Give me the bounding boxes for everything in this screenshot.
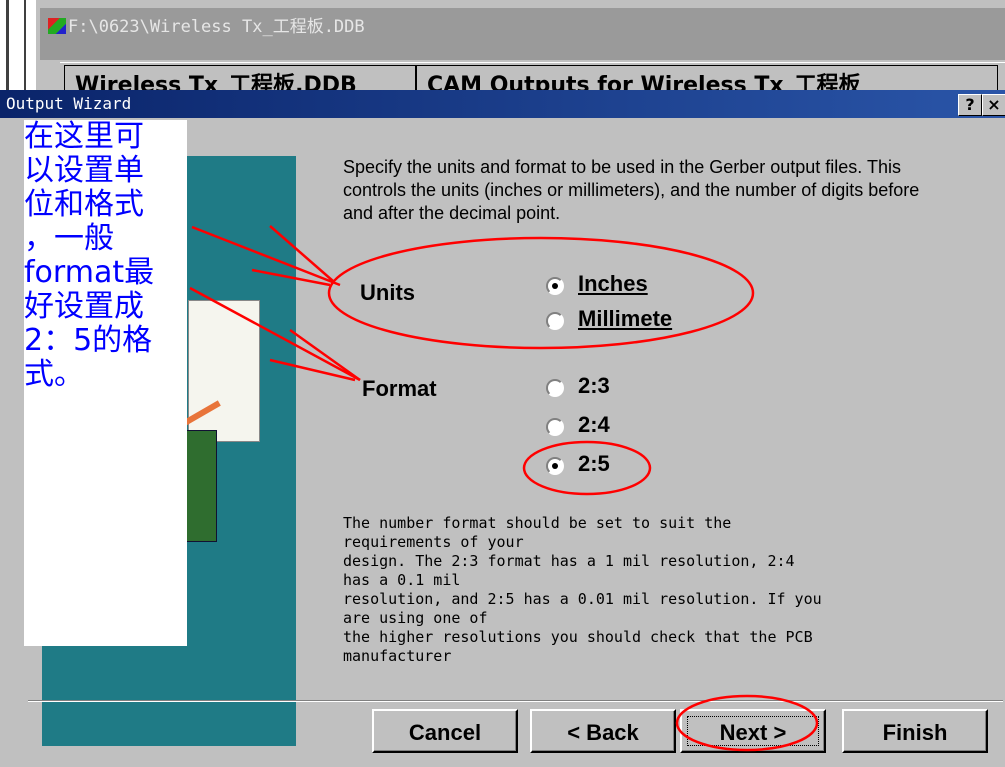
format-info-text: The number format should be set to suit … bbox=[343, 514, 993, 684]
circuit-board-icon bbox=[185, 430, 217, 542]
radio-format-2-5-label[interactable]: 2:5 bbox=[578, 451, 610, 477]
note-line: 在这里可 bbox=[24, 119, 144, 154]
button-separator bbox=[28, 700, 1003, 702]
info-line: The number format should be set to suit … bbox=[343, 514, 732, 532]
option-text: 2:3 bbox=[578, 373, 610, 398]
info-line: design. The 2:3 format has a 1 mil resol… bbox=[343, 552, 795, 570]
divider bbox=[6, 0, 9, 90]
output-wizard-dialog: Output Wizard ? × 在这里可 以设置单 位和格式 ，一般 for… bbox=[0, 90, 1005, 767]
units-label: Units bbox=[360, 280, 415, 305]
dialog-titlebar[interactable]: Output Wizard ? × bbox=[0, 90, 1005, 118]
radio-format-2-4-label[interactable]: 2:4 bbox=[578, 412, 610, 438]
radio-inches[interactable] bbox=[546, 277, 564, 295]
note-line: format最 bbox=[24, 255, 155, 290]
info-line: requirements of your bbox=[343, 533, 524, 551]
info-line: has a 0.1 mil bbox=[343, 571, 461, 589]
divider bbox=[24, 0, 26, 90]
radio-format-2-3[interactable] bbox=[546, 379, 564, 397]
document-illustration-icon bbox=[188, 300, 260, 442]
tab-label: Wireless Tx_工程板.DDB bbox=[75, 73, 357, 90]
annotation-note: 在这里可 以设置单 位和格式 ，一般 format最 好设置成 2：5的格 式。 bbox=[24, 120, 187, 646]
note-line: 2：5的格 bbox=[24, 323, 153, 358]
tab-label: CAM Outputs for Wireless Tx_工程板 bbox=[427, 73, 861, 90]
note-line: 式。 bbox=[24, 357, 84, 392]
note-line: 位和格式 bbox=[24, 187, 144, 222]
tab-ddb[interactable]: Wireless Tx_工程板.DDB bbox=[64, 65, 416, 90]
wizard-description: Specify the units and format to be used … bbox=[343, 157, 920, 223]
document-tabs: Wireless Tx_工程板.DDB CAM Outputs for Wire… bbox=[60, 62, 1005, 91]
cancel-button[interactable]: Cancel bbox=[372, 709, 518, 753]
format-label: Format bbox=[362, 376, 437, 401]
radio-format-2-5[interactable] bbox=[546, 457, 564, 475]
next-button[interactable]: Next > bbox=[680, 709, 826, 753]
document-title-bar: F:\0623\Wireless Tx_工程板.DDB bbox=[40, 8, 1005, 60]
finish-button[interactable]: Finish bbox=[842, 709, 988, 753]
info-line: the higher resolutions you should check … bbox=[343, 628, 813, 646]
radio-millimeters-label[interactable]: Millimete bbox=[578, 306, 672, 332]
help-button[interactable]: ? bbox=[958, 94, 982, 116]
close-button[interactable]: × bbox=[982, 94, 1005, 116]
note-line: ，一般 bbox=[24, 221, 114, 256]
database-icon bbox=[48, 18, 66, 34]
tab-cam-outputs[interactable]: CAM Outputs for Wireless Tx_工程板 bbox=[416, 65, 998, 90]
option-text: 2:5 bbox=[578, 451, 610, 476]
option-text: 2:4 bbox=[578, 412, 610, 437]
back-button[interactable]: < Back bbox=[530, 709, 676, 753]
document-title: F:\0623\Wireless Tx_工程板.DDB bbox=[68, 17, 365, 37]
option-text: Millimete bbox=[578, 306, 673, 331]
radio-inches-label[interactable]: Inches bbox=[578, 271, 648, 297]
note-line: 以设置单 bbox=[24, 153, 144, 188]
option-text: Inches bbox=[578, 271, 648, 296]
radio-format-2-3-label[interactable]: 2:3 bbox=[578, 373, 610, 399]
note-line: 好设置成 bbox=[24, 289, 144, 324]
dialog-title: Output Wizard bbox=[6, 94, 132, 113]
info-line: are using one of bbox=[343, 609, 488, 627]
focus-ring bbox=[687, 716, 819, 746]
info-line: manufacturer bbox=[343, 647, 452, 665]
radio-format-2-4[interactable] bbox=[546, 418, 564, 436]
radio-millimeters[interactable] bbox=[546, 312, 564, 330]
info-line: resolution, and 2:5 has a 0.01 mil resol… bbox=[343, 590, 822, 608]
